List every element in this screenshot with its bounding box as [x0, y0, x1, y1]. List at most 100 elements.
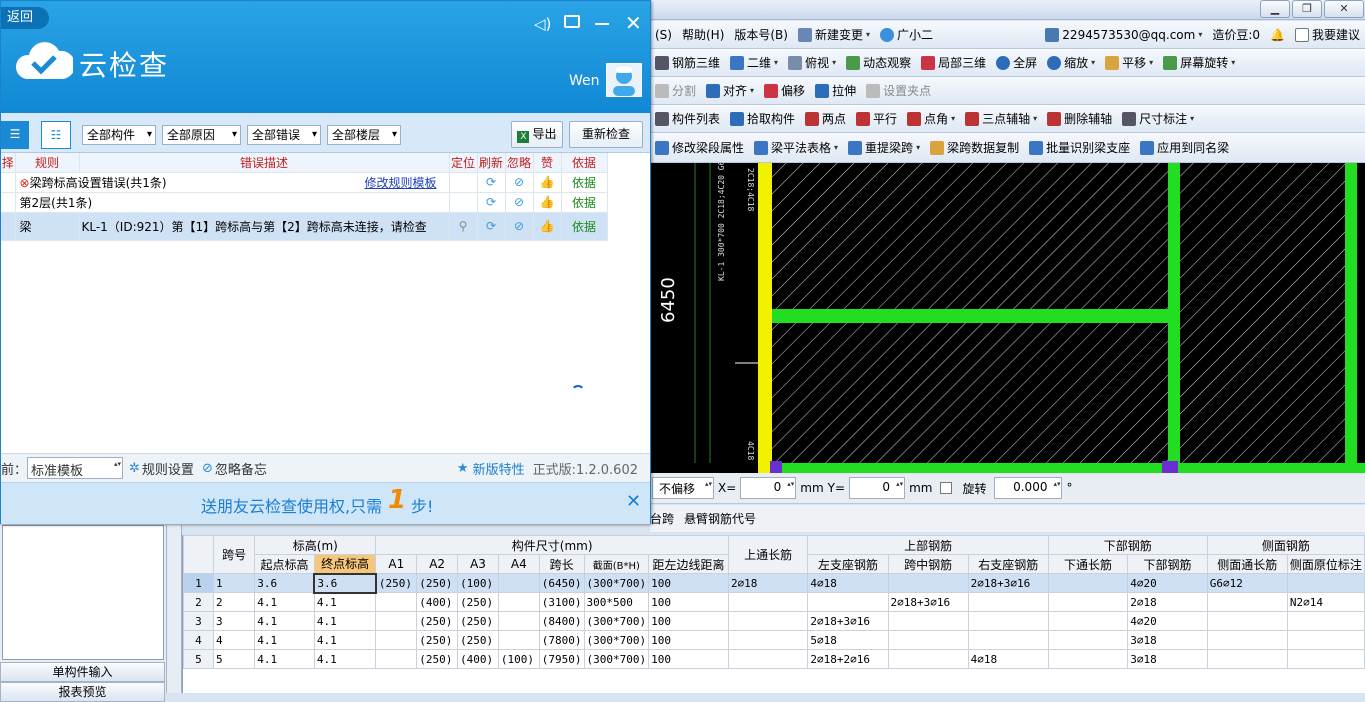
thumbs-up-icon[interactable]: 👍: [533, 172, 562, 193]
btn-batch-support[interactable]: 批量识别梁支座: [1024, 136, 1135, 160]
menu-help[interactable]: 帮助(H): [677, 23, 729, 47]
cell-a2[interactable]: (400): [416, 592, 459, 612]
thumbs-up-icon[interactable]: 👍: [533, 192, 562, 213]
cell-through[interactable]: [727, 611, 809, 631]
close-icon[interactable]: ✕: [625, 11, 642, 35]
cell-sorig[interactable]: [1286, 630, 1365, 650]
cell-end[interactable]: 4.1: [313, 592, 377, 612]
filter-floor[interactable]: 全部楼层: [327, 125, 401, 145]
cell-right[interactable]: 2⌀18+3⌀16: [967, 573, 1049, 593]
btn-split[interactable]: 分割: [650, 79, 701, 103]
cell-bot[interactable]: 3⌀18: [1127, 649, 1208, 669]
cell-end[interactable]: 4.1: [313, 649, 377, 669]
cell-bot[interactable]: 3⌀18: [1127, 630, 1208, 650]
ignore-icon[interactable]: ⊘: [505, 172, 534, 193]
cell-span[interactable]: 3: [212, 611, 256, 631]
suggest-button[interactable]: 我要建议: [1290, 23, 1365, 47]
cell-through[interactable]: 2⌀18: [727, 573, 809, 593]
cell-through[interactable]: [727, 630, 809, 650]
cell-a4[interactable]: [497, 592, 540, 612]
basis-link[interactable]: 依据: [561, 212, 608, 241]
cell-len[interactable]: (3100): [538, 592, 585, 612]
cell-left[interactable]: 4⌀18: [807, 573, 889, 593]
menu-new-change[interactable]: 新建变更 ▾: [793, 23, 875, 47]
btn-zoom[interactable]: 缩放 ▾: [1042, 51, 1100, 75]
btn-dimension[interactable]: 尺寸标注 ▾: [1117, 107, 1199, 131]
cell-through[interactable]: [727, 649, 809, 669]
cell-a4[interactable]: (100): [497, 649, 540, 669]
cell-a2[interactable]: (250): [416, 573, 459, 593]
filter-component[interactable]: 全部构件: [82, 125, 156, 145]
menu-guangxiaoer[interactable]: 广小二: [875, 23, 938, 47]
cell-start[interactable]: 4.1: [254, 611, 315, 631]
x-input[interactable]: 0: [740, 477, 797, 499]
cell-mid[interactable]: [887, 630, 969, 650]
cell-sthrough[interactable]: [1206, 611, 1288, 631]
btn-component-list[interactable]: 构件列表: [650, 107, 725, 131]
btn-apply-same[interactable]: 应用到同名梁: [1135, 136, 1234, 160]
cell-sthrough[interactable]: [1206, 649, 1288, 669]
cell-dist[interactable]: 100: [648, 649, 729, 669]
cell-a3[interactable]: (100): [457, 573, 499, 593]
template-select[interactable]: 标准模板: [27, 457, 124, 479]
restore-button[interactable]: ❐: [1292, 0, 1322, 18]
btn-orbit[interactable]: 动态观察: [841, 51, 916, 75]
refresh-icon[interactable]: ⟳: [477, 192, 506, 213]
cell-a2[interactable]: (250): [416, 649, 459, 669]
cell-a3[interactable]: (250): [457, 630, 499, 650]
back-button[interactable]: 返回: [1, 7, 49, 29]
refresh-icon[interactable]: ⟳: [477, 212, 506, 241]
new-features-link[interactable]: 新版特性: [473, 459, 525, 478]
table-row[interactable]: 4 4 4.1 4.1 (250) (250) (7800) (300*700) 100 5⌀18…: [183, 630, 1365, 650]
close-button[interactable]: ✕: [1324, 0, 1364, 18]
cell-a4[interactable]: [497, 611, 540, 631]
rotate-input[interactable]: 0.000: [994, 477, 1063, 499]
cell-sect[interactable]: (300*700): [583, 573, 650, 593]
cell-bot[interactable]: 4⌀20: [1127, 611, 1208, 631]
btn-three-point-axis[interactable]: 三点辅轴 ▾: [960, 107, 1042, 131]
cell-sect[interactable]: (300*700): [583, 611, 650, 631]
locate-icon[interactable]: ⚲: [449, 212, 478, 241]
menu-s[interactable]: (S): [650, 23, 677, 47]
refresh-icon[interactable]: ⟳: [477, 172, 506, 193]
cell-bthrough[interactable]: [1047, 649, 1129, 669]
cell-mid[interactable]: [887, 649, 969, 669]
cell-left[interactable]: [807, 592, 889, 612]
basis-link[interactable]: 依据: [561, 172, 608, 193]
btn-modify-segment[interactable]: 修改梁段属性: [650, 136, 749, 160]
cell-start[interactable]: 4.1: [254, 630, 315, 650]
btn-span-copy[interactable]: 梁跨数据复制: [925, 136, 1024, 160]
cell-sorig[interactable]: [1286, 573, 1365, 593]
cell-sect[interactable]: (300*700): [583, 630, 650, 650]
tree-view-icon[interactable]: ☷: [41, 121, 71, 149]
cell-a2[interactable]: (250): [416, 611, 459, 631]
tab-cantilever[interactable]: 悬臂钢筋代号: [684, 510, 756, 527]
table-row[interactable]: 1 1 3.6 3.6 (250) (250) (100) (6450) (300*700) 10…: [183, 572, 1365, 594]
cell-end[interactable]: 3.6: [313, 572, 377, 594]
cell-sect[interactable]: (300*700): [583, 649, 650, 669]
btn-align[interactable]: 对齐 ▾: [701, 79, 759, 103]
account-menu[interactable]: 2294573530@qq.com ▾: [1040, 23, 1207, 47]
cell-sect[interactable]: 300*500: [583, 592, 650, 612]
cell-sorig[interactable]: [1286, 649, 1365, 669]
cell-end[interactable]: 4.1: [313, 611, 377, 631]
cell-mid[interactable]: [887, 611, 969, 631]
btn-fullscreen[interactable]: 全屏: [991, 51, 1042, 75]
cell-span[interactable]: 2: [212, 592, 256, 612]
list-view-icon[interactable]: ☰: [1, 121, 29, 149]
cell-bthrough[interactable]: [1047, 630, 1129, 650]
cell-sthrough[interactable]: [1206, 592, 1288, 612]
report-preview-button[interactable]: 报表预览: [0, 682, 165, 702]
cell-span[interactable]: 4: [212, 630, 256, 650]
btn-grip[interactable]: 设置夹点: [861, 79, 936, 103]
cell-a1[interactable]: [375, 630, 418, 650]
result-row-floor[interactable]: 第2层(共1条) ⟳ ⊘ 👍 依据: [1, 192, 608, 213]
basis-link[interactable]: 依据: [561, 192, 608, 213]
avatar[interactable]: [606, 63, 642, 97]
recheck-button[interactable]: 重新检查: [569, 121, 643, 148]
promo-close-icon[interactable]: ✕: [626, 491, 641, 512]
beam-selected[interactable]: [758, 163, 772, 473]
cell-bthrough[interactable]: [1047, 611, 1129, 631]
tab-span[interactable]: 台跨: [650, 510, 674, 527]
btn-rotate-screen[interactable]: 屏幕旋转 ▾: [1158, 51, 1240, 75]
